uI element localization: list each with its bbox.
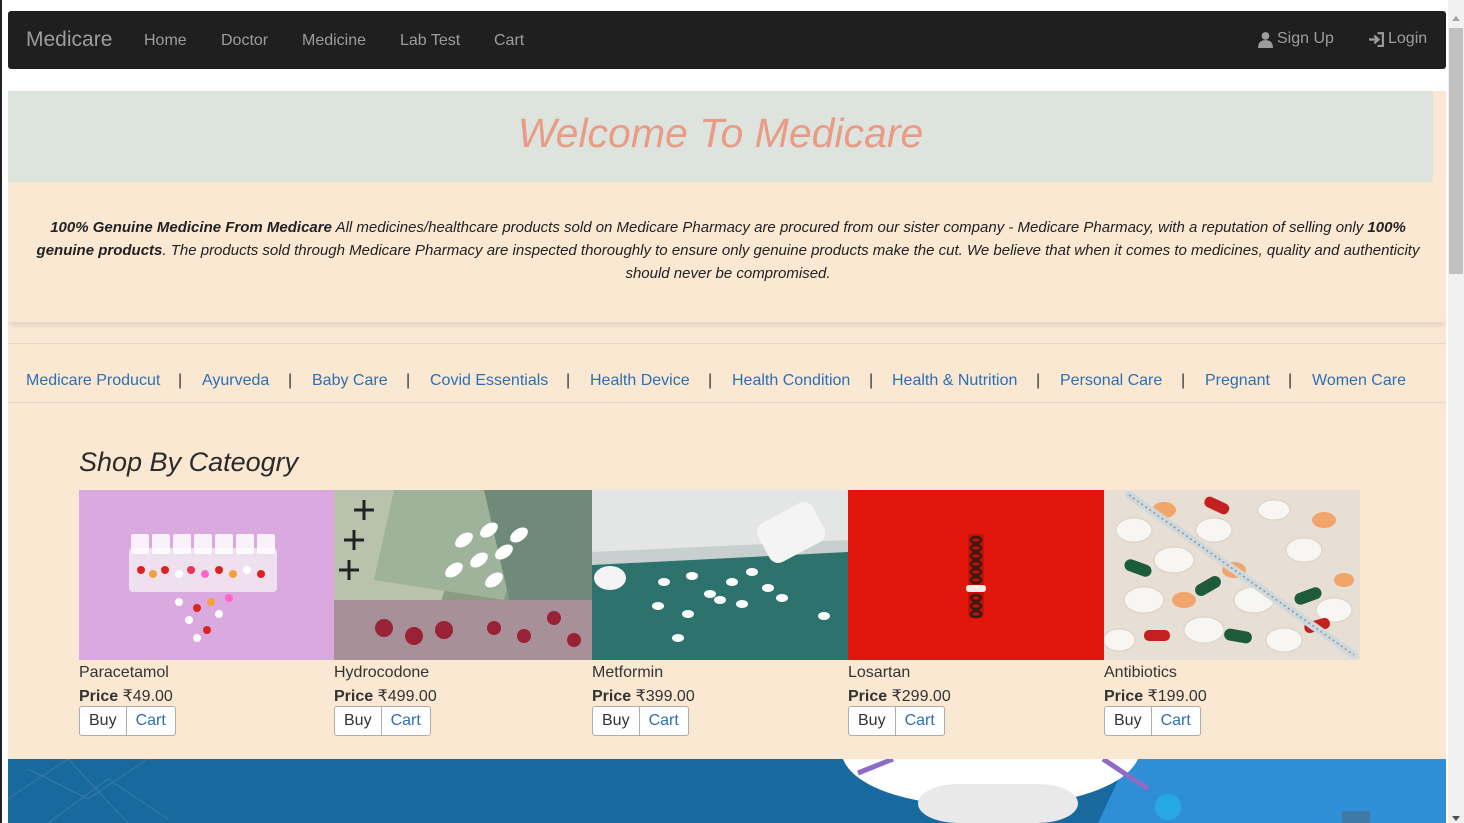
product-price: Price ₹49.00	[79, 686, 173, 706]
price-label: Price	[592, 688, 632, 705]
product-image[interactable]	[592, 490, 848, 660]
category-separator: |	[1288, 372, 1293, 389]
category-separator: |	[869, 372, 874, 389]
buy-button[interactable]: Buy	[79, 706, 127, 736]
signup-label: Sign Up	[1277, 30, 1334, 47]
category-baby-care[interactable]: Baby Care	[312, 372, 388, 390]
category-health-device[interactable]: Health Device	[590, 372, 690, 390]
login-label: Login	[1388, 30, 1428, 47]
intro-text-2: . The products sold through Medicare Pha…	[162, 242, 1420, 282]
product-price: Price ₹499.00	[334, 686, 437, 706]
nav-doctor[interactable]: Doctor	[221, 32, 268, 50]
category-separator: |	[1036, 372, 1041, 389]
category-divider-top	[8, 343, 1446, 344]
buy-button[interactable]: Buy	[334, 706, 382, 736]
product-actions: Buy Cart	[1104, 706, 1201, 736]
product-image[interactable]	[1104, 490, 1360, 660]
price-value: ₹399.00	[635, 688, 695, 705]
product-price: Price ₹199.00	[1104, 686, 1207, 706]
product-image[interactable]	[848, 490, 1104, 660]
product-card: Metformin Price ₹399.00 Buy Cart	[592, 490, 848, 736]
product-card: Paracetamol Price ₹49.00 Buy Cart	[79, 490, 334, 736]
category-separator: |	[288, 372, 293, 389]
category-medicare-product[interactable]: Medicare Producut	[26, 372, 160, 390]
login-link[interactable]: Login	[1368, 30, 1427, 48]
product-card: Antibiotics Price ₹199.00 Buy Cart	[1104, 490, 1360, 736]
promo-banner	[8, 759, 1446, 823]
scroll-down-icon[interactable]	[1450, 813, 1462, 823]
price-label: Price	[1104, 688, 1144, 705]
nav-cart[interactable]: Cart	[494, 32, 524, 50]
category-divider-bottom	[8, 402, 1446, 403]
category-pregnant[interactable]: Pregnant	[1205, 372, 1270, 390]
product-card: Hydrocodone Price ₹499.00 Buy Cart	[334, 490, 592, 736]
buy-button[interactable]: Buy	[848, 706, 896, 736]
product-card: Losartan Price ₹299.00 Buy Cart	[848, 490, 1104, 736]
add-to-cart-button[interactable]: Cart	[895, 706, 945, 736]
category-ayurveda[interactable]: Ayurveda	[202, 372, 269, 390]
nav-lab-test[interactable]: Lab Test	[400, 32, 460, 50]
price-value: ₹199.00	[1147, 688, 1207, 705]
nav-medicine[interactable]: Medicine	[302, 32, 366, 50]
nav-home[interactable]: Home	[144, 32, 187, 50]
signup-link[interactable]: Sign Up	[1257, 30, 1334, 48]
category-women-care[interactable]: Women Care	[1312, 372, 1406, 390]
category-separator: |	[1181, 372, 1186, 389]
add-to-cart-button[interactable]: Cart	[381, 706, 431, 736]
navbar: Medicare Home Doctor Medicine Lab Test C…	[8, 11, 1446, 69]
scroll-up-icon[interactable]	[1450, 14, 1462, 24]
product-price: Price ₹299.00	[848, 686, 951, 706]
price-value: ₹49.00	[122, 688, 173, 705]
add-to-cart-button[interactable]: Cart	[126, 706, 176, 736]
price-label: Price	[79, 688, 119, 705]
price-value: ₹499.00	[377, 688, 437, 705]
intro-text-1: All medicines/healthcare products sold o…	[331, 219, 1368, 236]
intro-text: 100% Genuine Medicine From Medicare All …	[24, 216, 1432, 285]
category-covid-essentials[interactable]: Covid Essentials	[430, 372, 548, 390]
category-separator: |	[566, 372, 571, 389]
product-name: Antibiotics	[1104, 664, 1177, 681]
login-icon	[1369, 31, 1384, 47]
add-to-cart-button[interactable]: Cart	[639, 706, 689, 736]
scrollbar-thumb[interactable]	[1449, 28, 1463, 274]
product-actions: Buy Cart	[334, 706, 431, 736]
price-value: ₹299.00	[891, 688, 951, 705]
product-name: Hydrocodone	[334, 664, 430, 681]
category-health-nutrition[interactable]: Health & Nutrition	[892, 372, 1017, 390]
product-image[interactable]	[334, 490, 592, 660]
category-separator: |	[708, 372, 713, 389]
product-name: Paracetamol	[79, 664, 169, 681]
product-actions: Buy Cart	[79, 706, 176, 736]
user-icon	[1258, 31, 1273, 48]
intro-bold-1: 100% Genuine Medicine From Medicare	[50, 219, 332, 236]
category-separator: |	[178, 372, 183, 389]
intro-divider	[10, 318, 1444, 322]
brand-logo[interactable]: Medicare	[26, 28, 112, 52]
product-price: Price ₹399.00	[592, 686, 695, 706]
price-label: Price	[848, 688, 888, 705]
category-separator: |	[406, 372, 411, 389]
category-personal-care[interactable]: Personal Care	[1060, 372, 1162, 390]
add-to-cart-button[interactable]: Cart	[1151, 706, 1201, 736]
buy-button[interactable]: Buy	[592, 706, 640, 736]
buy-button[interactable]: Buy	[1104, 706, 1152, 736]
product-image[interactable]	[79, 490, 334, 660]
product-actions: Buy Cart	[592, 706, 689, 736]
product-name: Metformin	[592, 664, 664, 681]
price-label: Price	[334, 688, 374, 705]
category-health-condition[interactable]: Health Condition	[732, 372, 850, 390]
shop-section-title: Shop By Cateogry	[79, 447, 299, 477]
product-name: Losartan	[848, 664, 911, 681]
product-actions: Buy Cart	[848, 706, 945, 736]
welcome-title: Welcome To Medicare	[517, 110, 924, 156]
